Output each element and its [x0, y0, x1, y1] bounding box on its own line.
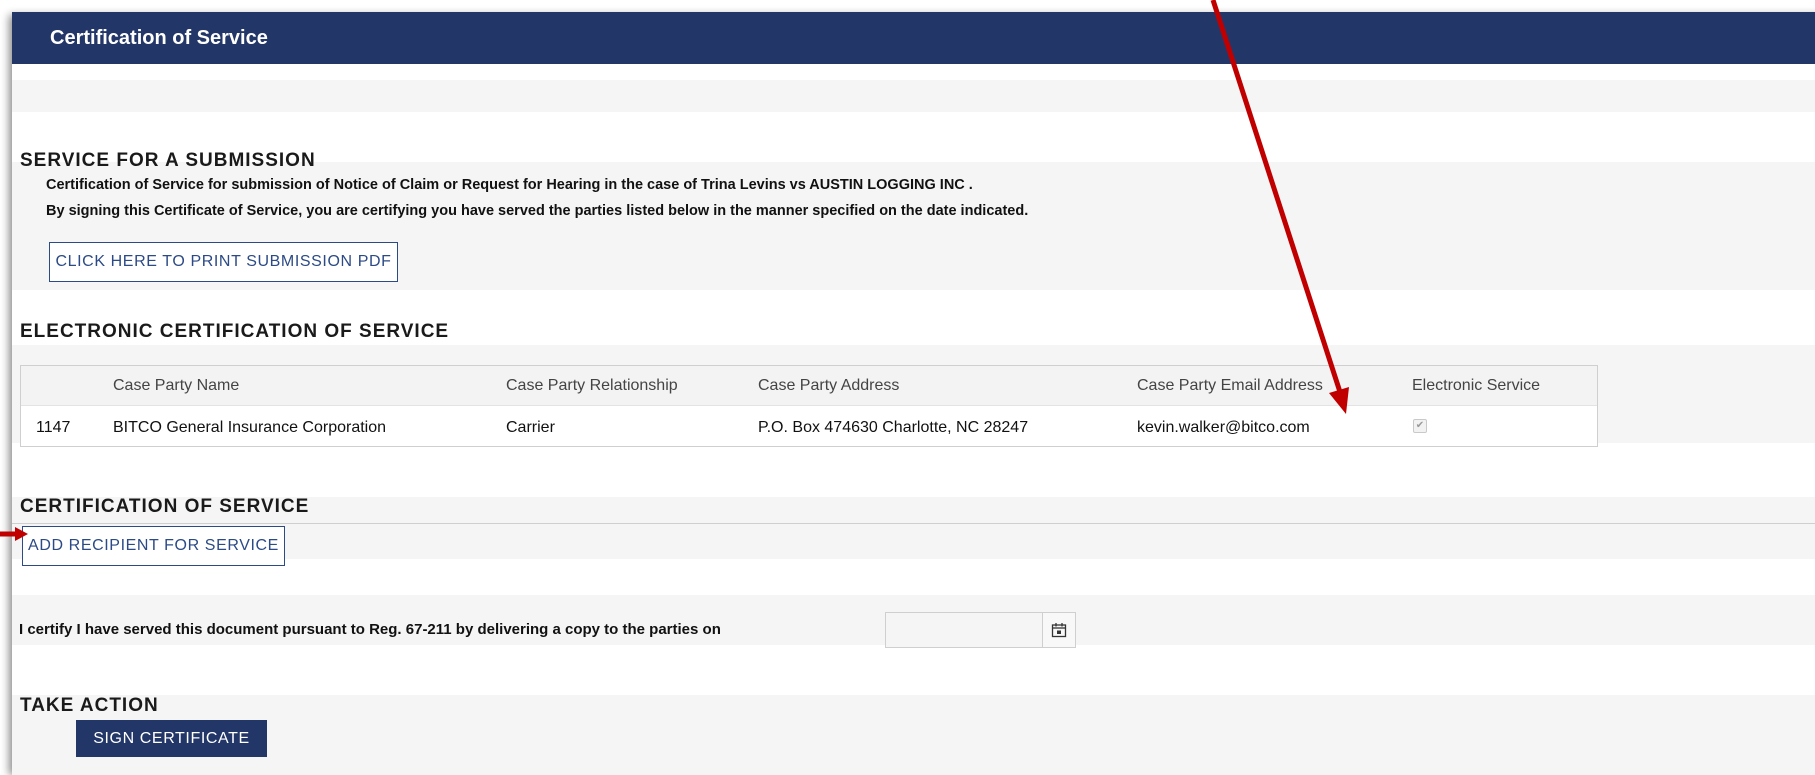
party-relationship: Carrier: [506, 419, 555, 436]
page-title: Certification of Service: [50, 27, 268, 49]
party-name: BITCO General Insurance Corporation: [113, 419, 387, 436]
party-id: 1147: [36, 419, 71, 436]
checkmark-icon: ✔: [1415, 420, 1425, 431]
certification-panel: Certification of Service SERVICE FOR A S…: [12, 12, 1815, 775]
party-address: P.O. Box 474630 Charlotte, NC 28247: [758, 419, 1029, 436]
action-heading: TAKE ACTION: [20, 695, 159, 716]
spacer-band: [12, 80, 1815, 112]
electronic-service-table: Case Party Name Case Party Relationship …: [20, 365, 1598, 447]
print-submission-pdf-button[interactable]: CLICK HERE TO PRINT SUBMISSION PDF: [49, 242, 398, 282]
electronic-service-checkbox[interactable]: ✔: [1413, 419, 1427, 433]
certify-statement: I certify I have served this document pu…: [19, 621, 721, 638]
calendar-icon: [1051, 623, 1067, 638]
column-header-relationship: Case Party Relationship: [506, 377, 678, 394]
party-email: kevin.walker@bitco.com: [1137, 419, 1310, 436]
certification-heading: CERTIFICATION OF SERVICE: [20, 496, 310, 517]
action-band: [12, 695, 1815, 775]
submission-certify-text: By signing this Certificate of Service, …: [46, 203, 1029, 219]
column-header-name: Case Party Name: [113, 377, 240, 394]
divider: [12, 523, 1815, 524]
submission-case-text: Certification of Service for submission …: [46, 177, 973, 193]
date-picker-button[interactable]: [1043, 612, 1076, 648]
column-header-address: Case Party Address: [758, 377, 900, 394]
submission-heading: SERVICE FOR A SUBMISSION: [20, 150, 316, 171]
page-header: Certification of Service: [12, 12, 1815, 64]
table-header: Case Party Name Case Party Relationship …: [21, 366, 1597, 406]
column-header-email: Case Party Email Address: [1137, 377, 1323, 394]
add-recipient-button[interactable]: ADD RECIPIENT FOR SERVICE: [22, 526, 285, 566]
service-date-input[interactable]: [885, 612, 1043, 648]
sign-certificate-button[interactable]: SIGN CERTIFICATE: [76, 720, 267, 757]
electronic-heading: ELECTRONIC CERTIFICATION OF SERVICE: [20, 321, 450, 342]
column-header-electronic-service: Electronic Service: [1412, 377, 1541, 394]
